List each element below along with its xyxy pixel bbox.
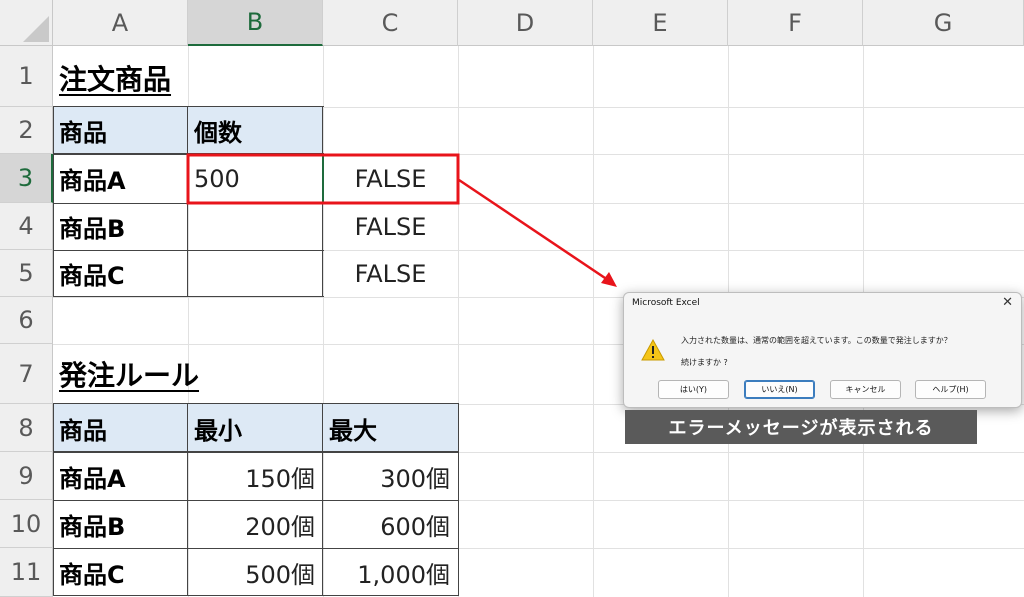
dialog-title: Microsoft Excel: [632, 298, 700, 308]
highlight-box: [186, 153, 460, 205]
highlight-arrow-line: [458, 178, 609, 282]
spreadsheet: A B C D E F G 1 2 3 4 5 6 7 8 9 10 11 注文…: [0, 0, 1024, 597]
close-icon[interactable]: ✕: [1002, 295, 1013, 310]
help-button[interactable]: ヘルプ(H): [915, 380, 986, 399]
caption-label: エラーメッセージが表示される: [625, 410, 977, 444]
yes-button[interactable]: はい(Y): [658, 380, 729, 399]
cancel-button[interactable]: キャンセル: [830, 380, 901, 399]
warning-icon: [641, 339, 665, 361]
no-button[interactable]: いいえ(N): [744, 380, 815, 399]
dialog-message: 入力された数量は、通常の範囲を超えています。この数量で発注しますか？: [681, 336, 952, 345]
excel-dialog: Microsoft Excel ✕ 入力された数量は、通常の範囲を超えています。…: [623, 292, 1022, 408]
dialog-question: 続けますか ?: [681, 358, 728, 367]
arrow-head-icon: [601, 272, 617, 287]
